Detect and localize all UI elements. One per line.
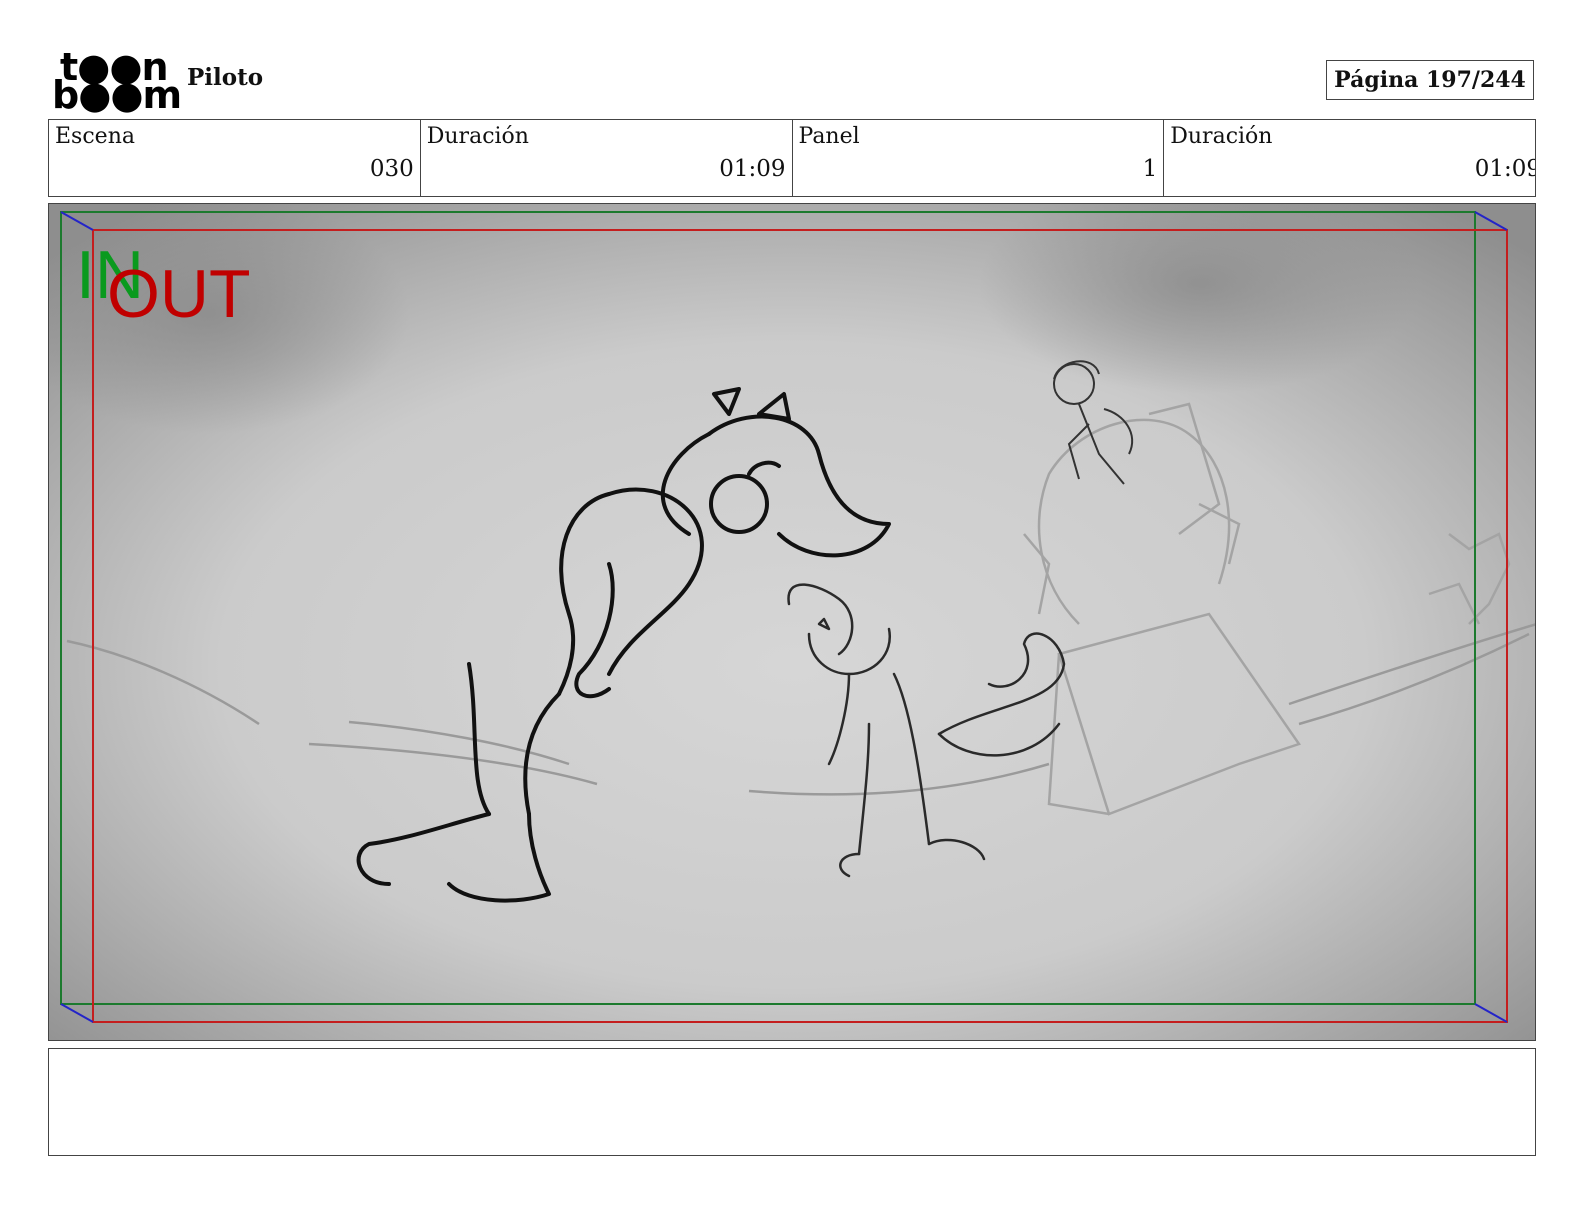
panel-duration-label: Duración [1170,124,1273,149]
panel-cell: Panel 1 [793,120,1165,196]
scene-duration-cell: Duración 01:09 [421,120,793,196]
scene-cell: Escena 030 [49,120,421,196]
panel-notes-box [48,1048,1536,1156]
logo-line-bottom: b●●m [52,73,182,117]
scene-info-bar: Escena 030 Duración 01:09 Panel 1 Duraci… [48,119,1536,197]
project-title: Piloto [187,64,264,91]
storyboard-panel: IN OUT [48,203,1536,1041]
scene-value: 030 [369,156,414,182]
page-number: Página 197/244 [1326,60,1534,100]
scene-label: Escena [55,124,135,149]
panel-duration-value: 01:09 [1474,156,1535,182]
out-label: OUT [107,256,251,332]
panel-label: Panel [798,124,860,149]
panel-value: 1 [1142,156,1158,182]
panel-drawing: IN OUT [49,204,1535,1040]
scene-duration-label: Duración [426,124,529,149]
panel-duration-cell: Duración 01:09 [1164,120,1535,196]
scene-duration-value: 01:09 [719,156,786,182]
toonboom-logo: t●●n b●●m [52,48,182,114]
